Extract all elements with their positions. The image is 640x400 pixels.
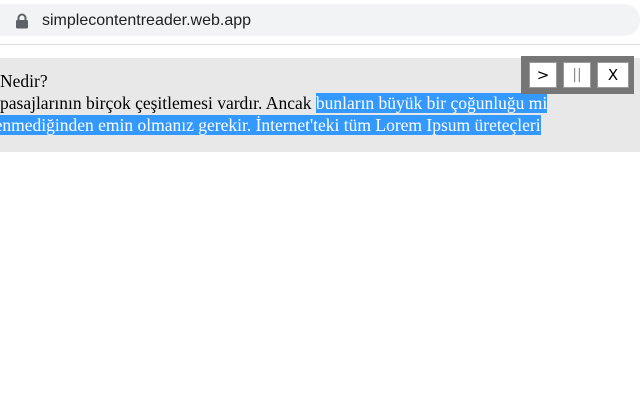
- article-heading: m Nedir?: [0, 71, 48, 91]
- reader-text: m Nedir? m pasajlarının birçok çeşitleme…: [0, 70, 548, 136]
- article-line: zlenmediğinden emin olmanız gerekir. İnt…: [0, 114, 547, 136]
- reading-highlight: zlenmediğinden emin olmanız gerekir. İnt…: [0, 115, 541, 135]
- url-text[interactable]: simplecontentreader.web.app: [42, 13, 251, 29]
- article-text: m pasajlarının birçok çeşitlemesi vardır…: [0, 93, 316, 113]
- reading-highlight: bunların büyük bir çoğunluğu mi: [315, 93, 548, 113]
- article-line: m pasajlarının birçok çeşitlemesi vardır…: [0, 92, 548, 114]
- close-button[interactable]: X: [597, 62, 629, 88]
- pause-button[interactable]: ||: [563, 62, 591, 88]
- reader-controls: > || X: [521, 56, 634, 94]
- play-button[interactable]: >: [529, 62, 557, 88]
- browser-toolbar: simplecontentreader.web.app: [0, 0, 640, 45]
- lock-icon: [16, 13, 28, 29]
- address-bar[interactable]: simplecontentreader.web.app: [0, 4, 640, 36]
